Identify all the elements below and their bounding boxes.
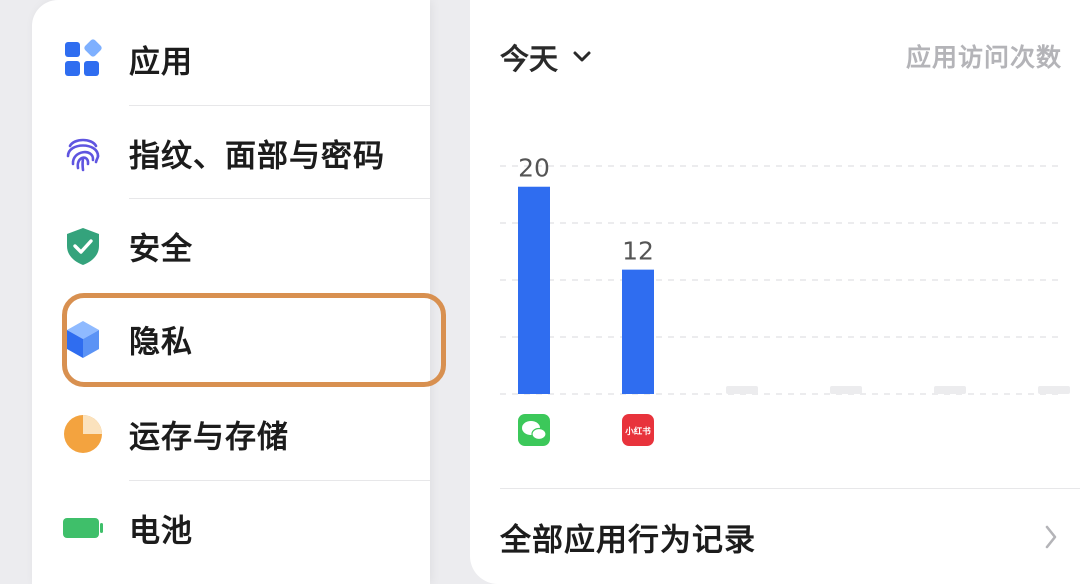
battery-icon — [63, 517, 103, 538]
data-label: 12 — [622, 237, 654, 266]
app-access-chart: 20 12 小红书 — [500, 154, 1070, 446]
svg-text:小红书: 小红书 — [624, 426, 651, 437]
menu-item-label: 应用 — [129, 44, 193, 80]
app-grid-icon — [65, 38, 102, 76]
chart-bar-empty — [830, 386, 862, 394]
settings-menu: 应用 指纹、面部与密码 安全 隐私 运存与存储 电池 — [32, 0, 446, 584]
menu-item-label: 安全 — [129, 231, 193, 267]
xiaohongshu-icon: 小红书 — [622, 414, 654, 446]
chart-bar — [622, 269, 654, 394]
period-label: 今天 — [500, 42, 559, 76]
chevron-right-icon — [1045, 525, 1057, 549]
chart-bar — [518, 186, 550, 394]
menu-item-fingerprint-face-password[interactable]: 指纹、面部与密码 — [32, 106, 430, 199]
fingerprint-icon — [66, 138, 100, 171]
chart-bar-empty — [1038, 386, 1070, 394]
chart-bar-empty — [934, 386, 966, 394]
menu-item-label: 指纹、面部与密码 — [129, 138, 385, 174]
storage-pie-icon — [64, 414, 102, 453]
metric-label: 应用访问次数 — [905, 43, 1062, 72]
menu-item-apps[interactable]: 应用 — [32, 12, 430, 105]
privacy-detail-panel: 今天 应用访问次数 20 12 小红书 全部应用行为记录 — [470, 0, 1080, 584]
divider — [500, 488, 1080, 489]
menu-item-label: 电池 — [129, 513, 193, 549]
menu-item-label: 隐私 — [129, 324, 193, 360]
all-app-behavior-records-row[interactable]: 全部应用行为记录 — [500, 490, 1080, 584]
chart-bar-empty — [726, 386, 758, 394]
menu-item-label: 运存与存储 — [129, 419, 289, 455]
data-label: 20 — [518, 154, 550, 183]
menu-item-security[interactable]: 安全 — [32, 199, 430, 292]
period-selector[interactable]: 今天 — [500, 36, 592, 78]
all-app-behavior-records-label: 全部应用行为记录 — [500, 522, 756, 559]
wechat-icon — [518, 414, 550, 446]
menu-item-battery[interactable]: 电池 — [32, 481, 430, 574]
menu-item-privacy[interactable]: 隐私 — [32, 292, 430, 385]
privacy-cube-icon — [67, 320, 99, 358]
shield-check-icon — [67, 227, 99, 265]
menu-item-memory-storage[interactable]: 运存与存储 — [32, 387, 430, 480]
chevron-down-icon — [573, 51, 591, 62]
